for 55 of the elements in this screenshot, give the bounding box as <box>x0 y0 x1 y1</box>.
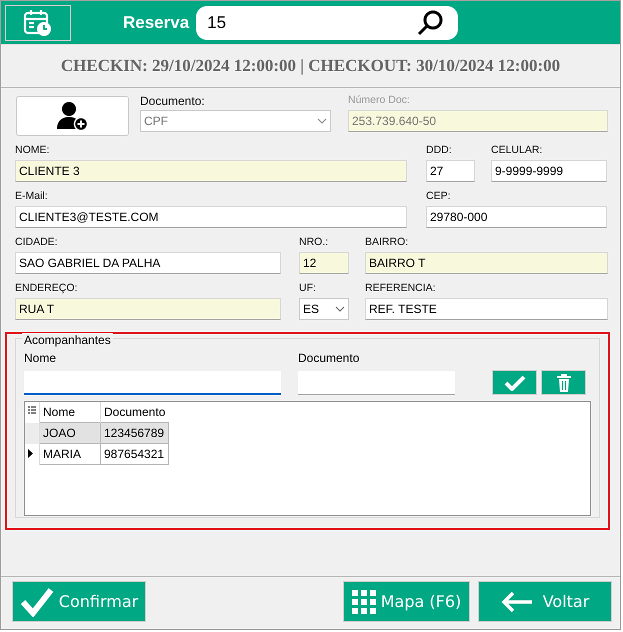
field-label: NOME: <box>15 144 50 158</box>
table-cell: 987654321 <box>100 444 168 464</box>
add-client-button[interactable] <box>16 96 129 136</box>
field-label: UF: <box>299 282 317 296</box>
column-header: Documento <box>100 402 168 422</box>
field-label: Número Doc: <box>348 94 411 108</box>
field-label: ENDEREÇO: <box>15 282 78 296</box>
add-person-icon <box>56 101 90 131</box>
field-label: REFERENCIA: <box>365 282 437 296</box>
field-label: Documento: <box>140 94 206 110</box>
input-field[interactable]: CLIENTE3@TESTE.COM <box>15 206 407 228</box>
search-icon <box>416 8 444 36</box>
table-row[interactable]: JOAO 123456789 <box>25 422 168 444</box>
name-input[interactable] <box>24 371 281 395</box>
reserva-label: Reserva <box>123 12 190 32</box>
field-label: CELULAR: <box>491 144 544 158</box>
select-field[interactable]: ES <box>299 298 349 320</box>
table-cell: MARIA <box>40 444 100 464</box>
field-label: NRO.: <box>299 236 330 250</box>
check-icon <box>20 586 54 616</box>
table-row[interactable]: MARIA 987654321 <box>25 444 168 464</box>
check-icon <box>504 374 526 390</box>
input-field[interactable]: 29780-000 <box>426 206 607 228</box>
field-label: Nome <box>24 351 58 367</box>
row-pointer-icon <box>28 449 33 458</box>
field-label: CEP: <box>426 190 452 204</box>
chevron-icon <box>335 306 345 312</box>
input-field[interactable]: RUA T <box>15 298 281 320</box>
field-label: BAIRRO: <box>365 236 410 250</box>
table-cell: JOAO <box>40 422 100 444</box>
field-label: Documento <box>298 351 360 367</box>
grid-icon <box>352 590 376 614</box>
left-arrow-icon <box>500 590 533 612</box>
input-field[interactable]: CLIENTE 3 <box>15 160 407 182</box>
trash-icon <box>556 372 572 392</box>
calendar-clock-icon <box>23 8 53 36</box>
input-field[interactable]: 27 <box>426 160 475 182</box>
search-field[interactable]: 15 <box>196 6 458 40</box>
period-text: CHECKIN: 29/10/2024 12:00:00 | CHECKOUT: 30/10/2024 12:00:00 <box>1 45 620 88</box>
calendar-button[interactable] <box>5 4 71 40</box>
field-label: CIDADE: <box>15 236 59 250</box>
input-field[interactable]: 12 <box>299 252 349 274</box>
list-icon <box>28 406 36 416</box>
chevron-icon <box>317 118 327 124</box>
input-field[interactable]: BAIRRO T <box>365 252 608 274</box>
field-label: DDD: <box>426 144 453 158</box>
field-label: E-Mail: <box>15 190 49 204</box>
delete-button[interactable] <box>541 370 586 395</box>
table-cell: 123456789 <box>100 422 168 444</box>
input-field[interactable]: SAO GABRIEL DA PALHA <box>15 252 281 274</box>
document-input[interactable] <box>298 371 455 395</box>
confirm-button[interactable] <box>492 370 537 395</box>
group-title: Acompanhantes <box>22 333 113 347</box>
input-field[interactable]: 9-9999-9999 <box>491 160 607 182</box>
input-field[interactable]: REF. TESTE <box>365 298 608 320</box>
